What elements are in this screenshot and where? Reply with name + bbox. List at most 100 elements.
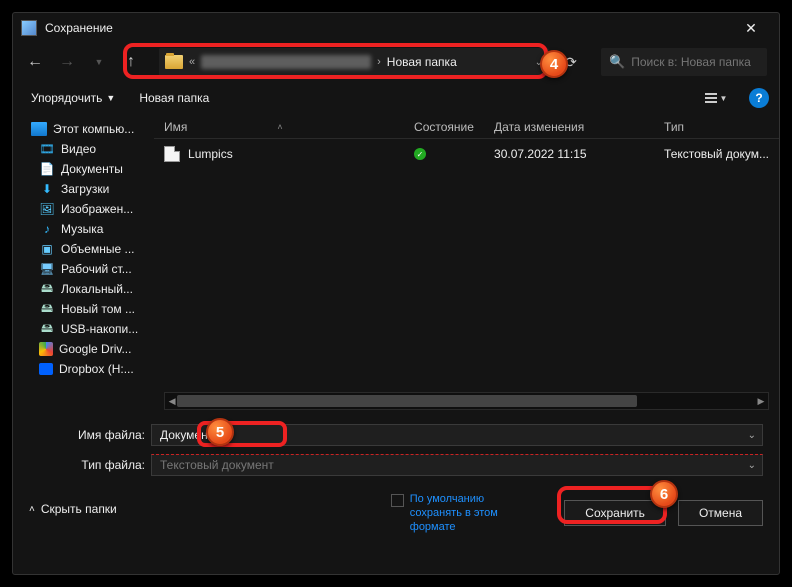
- filename-label: Имя файла:: [63, 428, 145, 442]
- usb-icon: 🖴: [39, 322, 55, 336]
- google-drive-icon: [39, 342, 53, 356]
- sidebar-item-images[interactable]: 🖼 Изображен...: [13, 199, 154, 219]
- sidebar-item-label: Локальный...: [61, 282, 133, 296]
- music-icon: ♪: [39, 222, 55, 236]
- search-icon: 🔍: [609, 54, 625, 70]
- sidebar-item-label: USB-накопи...: [61, 322, 138, 336]
- sidebar-item-label: Рабочий ст...: [61, 262, 132, 276]
- sort-indicator-icon: ˄: [277, 122, 282, 132]
- chevron-down-icon[interactable]: ⌄: [748, 460, 756, 471]
- sidebar-item-desktop[interactable]: 🖥 Рабочий ст...: [13, 259, 154, 279]
- breadcrumb-chevron-icon: «: [189, 56, 195, 68]
- file-row[interactable]: Lumpics ✓ 30.07.2022 11:15 Текстовый док…: [164, 141, 769, 167]
- sidebar-item-documents[interactable]: 📄 Документы: [13, 159, 154, 179]
- file-list-area: Имя˄ Состояние Дата изменения Тип Lumpic…: [154, 115, 779, 410]
- app-icon: [21, 20, 37, 36]
- filetype-value: Текстовый документ: [160, 458, 274, 472]
- sidebar-item-label: Документы: [61, 162, 123, 176]
- sidebar-item-label: Dropbox (H:...: [59, 362, 134, 376]
- video-icon: 🎞: [39, 142, 55, 156]
- window-title: Сохранение: [45, 21, 731, 35]
- annotation-callout-4: 4: [540, 50, 568, 78]
- list-view-icon: [705, 93, 717, 103]
- filetype-label: Тип файла:: [63, 458, 145, 472]
- sidebar-item-label: Новый том ...: [61, 302, 135, 316]
- text-file-icon: [164, 146, 180, 162]
- chevron-down-icon[interactable]: ⌄: [748, 430, 756, 441]
- up-button[interactable]: ↑: [117, 48, 145, 76]
- download-icon: ⬇: [39, 182, 55, 196]
- filetype-select[interactable]: Текстовый документ ⌄: [151, 454, 763, 476]
- pc-icon: [31, 122, 47, 136]
- file-date: 30.07.2022 11:15: [494, 147, 664, 161]
- breadcrumb-current[interactable]: Новая папка: [387, 55, 457, 69]
- chevron-down-icon: ▼: [106, 93, 115, 103]
- checkbox-icon[interactable]: [391, 494, 404, 507]
- drive-icon: 🖴: [39, 302, 55, 316]
- organize-button[interactable]: Упорядочить ▼: [23, 87, 123, 109]
- sidebar-item-3d[interactable]: ▣ Объемные ...: [13, 239, 154, 259]
- view-mode-button[interactable]: ▼: [701, 86, 731, 110]
- file-state: ✓: [414, 148, 494, 161]
- scroll-right-icon[interactable]: ▶: [754, 393, 768, 409]
- help-button[interactable]: ?: [749, 88, 769, 108]
- column-state[interactable]: Состояние: [414, 120, 494, 134]
- navigation-bar: ← → ▼ ↑ « › Новая папка ⌄ ⟳ 🔍: [13, 43, 779, 81]
- form-area: Имя файла: Документ ⌄ Тип файла: Текстов…: [13, 410, 779, 480]
- close-button[interactable]: ✕: [731, 13, 771, 43]
- search-box[interactable]: 🔍: [601, 48, 767, 76]
- forward-button[interactable]: →: [53, 48, 81, 76]
- cancel-button[interactable]: Отмена: [678, 500, 763, 526]
- column-headers: Имя˄ Состояние Дата изменения Тип: [154, 115, 779, 139]
- column-date[interactable]: Дата изменения: [494, 120, 664, 134]
- file-type: Текстовый докум...: [664, 147, 769, 161]
- sidebar-item-usb[interactable]: 🖴 USB-накопи...: [13, 319, 154, 339]
- sidebar-item-label: Видео: [61, 142, 96, 156]
- sidebar-item-label: Музыка: [61, 222, 103, 236]
- sidebar-item-google-drive[interactable]: Google Driv...: [13, 339, 154, 359]
- titlebar: Сохранение ✕: [13, 13, 779, 43]
- search-input[interactable]: [631, 55, 759, 69]
- toolbar: Упорядочить ▼ Новая папка ▼ ?: [13, 81, 779, 115]
- address-bar[interactable]: « › Новая папка ⌄: [159, 48, 549, 76]
- filename-input[interactable]: Документ ⌄: [151, 424, 763, 446]
- sidebar-item-label: Объемные ...: [61, 242, 135, 256]
- file-rows[interactable]: Lumpics ✓ 30.07.2022 11:15 Текстовый док…: [154, 139, 779, 392]
- scrollbar-thumb[interactable]: [177, 395, 637, 407]
- folder-icon: [165, 55, 183, 69]
- sidebar-item-label: Изображен...: [61, 202, 133, 216]
- hide-folders-label: Скрыть папки: [41, 502, 117, 516]
- column-type[interactable]: Тип: [664, 120, 769, 134]
- horizontal-scrollbar[interactable]: ◀ ▶: [164, 392, 769, 410]
- images-icon: 🖼: [39, 202, 55, 216]
- new-folder-button[interactable]: Новая папка: [131, 87, 217, 109]
- sidebar-item-label: Загрузки: [61, 182, 109, 196]
- cube-icon: ▣: [39, 242, 55, 256]
- sidebar-item-label: Этот компью...: [53, 122, 134, 136]
- column-name[interactable]: Имя˄: [164, 120, 414, 134]
- sidebar-item-downloads[interactable]: ⬇ Загрузки: [13, 179, 154, 199]
- documents-icon: 📄: [39, 162, 55, 176]
- sidebar-item-this-pc[interactable]: Этот компью...: [13, 119, 154, 139]
- desktop-icon: 🖥: [39, 262, 55, 276]
- back-button[interactable]: ←: [21, 48, 49, 76]
- annotation-callout-6: 6: [650, 480, 678, 508]
- sidebar-item-label: Google Driv...: [59, 342, 131, 356]
- dropbox-icon: [39, 363, 53, 375]
- synced-icon: ✓: [414, 148, 426, 160]
- recent-dropdown[interactable]: ▼: [85, 48, 113, 76]
- sidebar-item-dropbox[interactable]: Dropbox (H:...: [13, 359, 154, 379]
- breadcrumb-blurred: [201, 55, 371, 69]
- default-format-checkbox[interactable]: По умолчанию сохранять в этом формате: [391, 492, 520, 534]
- sidebar-item-video[interactable]: 🎞 Видео: [13, 139, 154, 159]
- sidebar-item-local-disk[interactable]: 🖴 Локальный...: [13, 279, 154, 299]
- sidebar-item-new-volume[interactable]: 🖴 Новый том ...: [13, 299, 154, 319]
- sidebar-item-music[interactable]: ♪ Музыка: [13, 219, 154, 239]
- sidebar: Этот компью... 🎞 Видео 📄 Документы ⬇ Загруз…: [13, 115, 154, 410]
- save-button[interactable]: Сохранить: [564, 500, 666, 526]
- hide-folders-button[interactable]: ˄ Скрыть папки: [29, 502, 117, 516]
- drive-icon: 🖴: [39, 282, 55, 296]
- caret-up-icon: ˄: [29, 504, 35, 515]
- breadcrumb-chevron-icon: ›: [377, 56, 381, 68]
- annotation-callout-5: 5: [206, 418, 234, 446]
